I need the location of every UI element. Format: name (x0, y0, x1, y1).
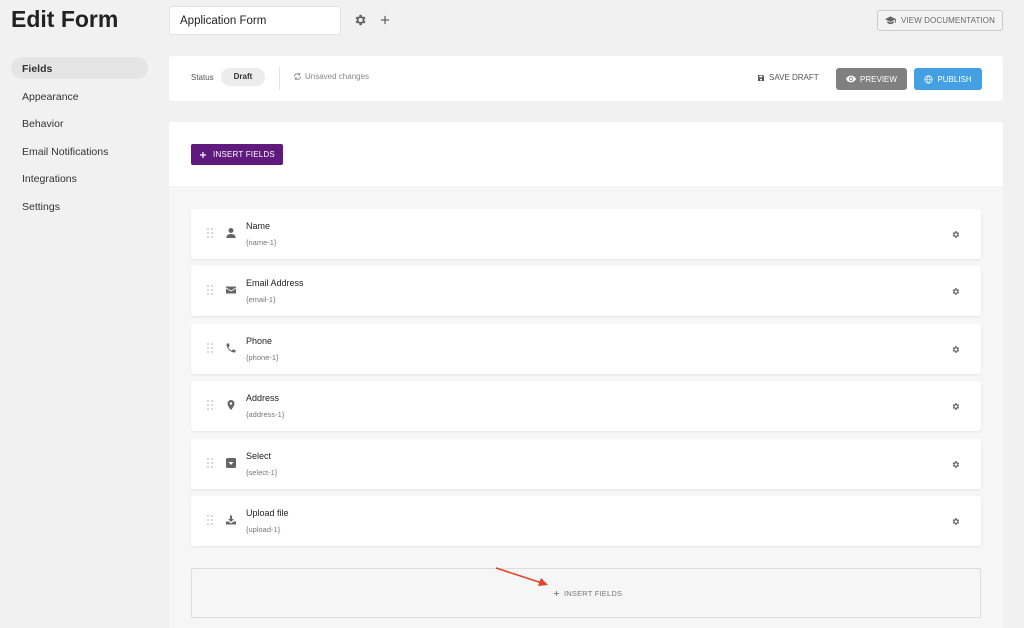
add-icon[interactable] (378, 13, 392, 27)
form-name-field[interactable]: Application Form (169, 6, 341, 35)
sidebar-item-settings[interactable]: Settings (11, 195, 148, 217)
annotation-arrow-icon (495, 567, 548, 586)
field-row-name[interactable]: Name {name-1} (191, 209, 981, 259)
drag-handle-icon[interactable] (206, 284, 214, 296)
field-key: {upload-1} (246, 525, 281, 534)
insert-fields-button[interactable]: INSERT FIELDS (191, 144, 283, 165)
view-documentation-label: VIEW DOCUMENTATION (901, 16, 995, 25)
sidebar-item-appearance[interactable]: Appearance (11, 85, 148, 107)
publish-label: PUBLISH (937, 74, 972, 84)
field-label: Select (246, 451, 272, 461)
insert-fields-label: INSERT FIELDS (213, 150, 275, 159)
user-icon (226, 228, 236, 238)
field-label: Upload file (246, 508, 289, 518)
upload-icon (226, 515, 236, 525)
field-settings-gear-icon[interactable] (951, 517, 960, 526)
field-label: Email Address (246, 278, 304, 288)
envelope-icon (226, 286, 236, 294)
drag-handle-icon[interactable] (206, 227, 214, 239)
field-row-phone[interactable]: Phone {phone-1} (191, 324, 981, 374)
status-label: Status (191, 73, 214, 82)
refresh-icon (294, 72, 301, 81)
sidebar-item-integrations[interactable]: Integrations (11, 167, 148, 189)
save-icon (758, 74, 764, 81)
sidebar-item-fields[interactable]: Fields (11, 57, 148, 79)
publish-button[interactable]: PUBLISH (914, 68, 982, 90)
field-key: {phone-1} (246, 353, 279, 362)
preview-button[interactable]: PREVIEW (836, 68, 907, 90)
save-draft-label: SAVE DRAFT (769, 73, 819, 82)
save-draft-button[interactable]: SAVE DRAFT (757, 73, 819, 82)
field-row-select[interactable]: Select {select-1} (191, 439, 981, 489)
status-bar: Status Draft Unsaved changes SAVE DRAFT … (169, 56, 1003, 101)
phone-icon (226, 343, 236, 353)
gear-icon[interactable] (353, 13, 367, 27)
drag-handle-icon[interactable] (206, 399, 214, 411)
sidebar-item-behavior[interactable]: Behavior (11, 112, 148, 134)
insert-fields-dropzone[interactable]: INSERT FIELDS (191, 568, 981, 618)
view-documentation-button[interactable]: VIEW DOCUMENTATION (877, 10, 1003, 31)
field-key: {address-1} (246, 410, 285, 419)
field-settings-gear-icon[interactable] (951, 460, 960, 469)
graduation-cap-icon (885, 16, 897, 25)
field-settings-gear-icon[interactable] (951, 345, 960, 354)
sidebar-item-email-notifications[interactable]: Email Notifications (11, 140, 148, 162)
sidebar: Fields Appearance Behavior Email Notific… (11, 57, 148, 223)
drag-handle-icon[interactable] (206, 342, 214, 354)
builder-toolbar: INSERT FIELDS (169, 122, 1003, 186)
drag-handle-icon[interactable] (206, 514, 214, 526)
field-row-address[interactable]: Address {address-1} (191, 381, 981, 431)
page-title: Edit Form (11, 6, 119, 32)
field-label: Address (246, 393, 280, 403)
field-settings-gear-icon[interactable] (951, 402, 960, 411)
status-badge: Draft (221, 68, 265, 86)
plus-icon (200, 151, 207, 158)
field-label: Phone (246, 336, 273, 346)
dropdown-icon (226, 458, 236, 468)
form-builder: INSERT FIELDS Name {name-1} Email Addres… (169, 122, 1003, 628)
preview-label: PREVIEW (860, 74, 897, 84)
unsaved-changes-text: Unsaved changes (305, 72, 370, 81)
field-label: Name (246, 221, 271, 231)
field-row-email[interactable]: Email Address {email-1} (191, 266, 981, 316)
field-key: {select-1} (246, 468, 278, 477)
globe-icon (924, 74, 933, 84)
plus-icon (553, 590, 560, 597)
unsaved-changes-indicator: Unsaved changes (293, 72, 369, 81)
field-row-upload[interactable]: Upload file {upload-1} (191, 496, 981, 546)
dropzone-label: INSERT FIELDS (564, 589, 623, 598)
field-settings-gear-icon[interactable] (951, 287, 960, 296)
drag-handle-icon[interactable] (206, 457, 214, 469)
divider (279, 67, 280, 90)
field-settings-gear-icon[interactable] (951, 230, 960, 239)
eye-icon (846, 75, 857, 83)
dropzone-insert-fields[interactable]: INSERT FIELDS (553, 589, 622, 598)
field-key: {name-1} (246, 238, 277, 247)
map-pin-icon (227, 400, 235, 410)
field-key: {email-1} (246, 295, 276, 304)
